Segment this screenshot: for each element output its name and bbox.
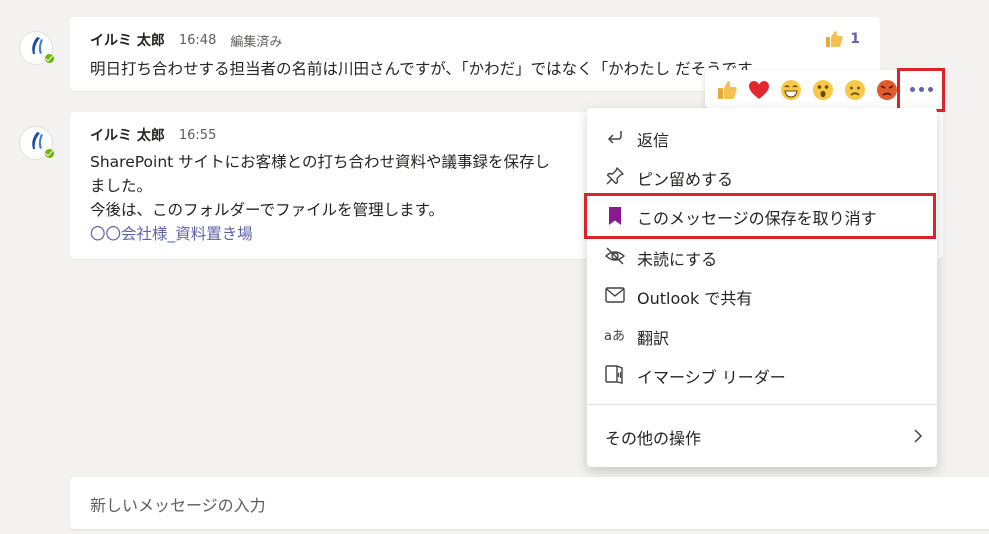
laugh-reaction-icon[interactable] [779, 78, 803, 102]
message-meta: イルミ 太郎 16:48 編集済み [90, 30, 283, 50]
menu-item-label: その他の操作 [605, 429, 702, 448]
more-options-button[interactable] [897, 68, 945, 112]
compose-box[interactable]: 新しいメッセージの入力 [70, 477, 989, 529]
reply-icon [607, 131, 622, 144]
presence-available-icon [43, 147, 56, 160]
unread-icon [604, 247, 626, 265]
like-reaction-icon[interactable] [715, 78, 739, 102]
menu-divider [587, 404, 937, 405]
menu-item-label: 返信 [637, 131, 670, 150]
chevron-right-icon [914, 429, 923, 443]
menu-item-reply[interactable]: 返信 [587, 118, 937, 156]
menu-item-mark-unread[interactable]: 未読にする [587, 237, 937, 275]
menu-item-more-actions[interactable]: その他の操作 [587, 416, 937, 454]
message-text-line: 今後は、このフォルダーでファイルを管理します。 [90, 201, 445, 219]
pin-icon [606, 167, 624, 185]
reaction-summary[interactable]: 1 [824, 29, 860, 49]
timestamp: 16:48 [178, 32, 217, 48]
svg-text:aあ: aあ [604, 329, 625, 344]
angry-reaction-icon[interactable] [875, 78, 899, 102]
menu-item-immersive-reader[interactable]: イマーシブ リーダー [587, 355, 937, 393]
author-name[interactable]: イルミ 太郎 [90, 30, 165, 50]
message-context-menu: 返信 ピン留めする このメッセージの保存を取り消す 未読にする Outlook … [584, 108, 937, 467]
presence-available-icon [43, 52, 56, 65]
bookmark-icon [609, 207, 621, 225]
surprised-reaction-icon[interactable] [811, 78, 835, 102]
menu-item-label: 未読にする [637, 250, 718, 269]
menu-item-label: イマーシブ リーダー [637, 368, 786, 387]
reaction-count: 1 [850, 31, 860, 47]
sad-reaction-icon[interactable] [843, 78, 867, 102]
timestamp: 16:55 [178, 127, 217, 143]
menu-item-pin[interactable]: ピン留めする [587, 157, 937, 195]
avatar[interactable] [19, 31, 56, 65]
menu-item-label: このメッセージの保存を取り消す [637, 209, 877, 228]
more-options-icon [910, 87, 933, 92]
message-text-line: ました。 [90, 177, 153, 195]
edited-label: 編集済み [230, 34, 283, 50]
menu-item-label: Outlook で共有 [637, 289, 753, 308]
immersive-reader-icon [605, 365, 623, 384]
folder-link[interactable]: 〇〇会社様_資料置き場 [90, 222, 253, 246]
message-text-line: SharePoint サイトにお客様との打ち合わせ資料や議事録を保存し [90, 153, 550, 171]
menu-item-label: ピン留めする [637, 170, 734, 189]
translate-icon: aあ [604, 329, 625, 344]
author-name[interactable]: イルミ 太郎 [90, 125, 165, 145]
thumbs-up-icon [826, 31, 843, 47]
menu-item-translate[interactable]: aあ 翻訳 [587, 316, 937, 354]
compose-placeholder[interactable]: 新しいメッセージの入力 [90, 492, 266, 516]
menu-item-unsave-message[interactable]: このメッセージの保存を取り消す [584, 193, 936, 239]
menu-item-label: 翻訳 [637, 329, 670, 348]
heart-reaction-icon[interactable] [747, 78, 771, 102]
message-meta: イルミ 太郎 16:55 [90, 125, 230, 145]
mail-icon [605, 287, 625, 303]
menu-item-share-outlook[interactable]: Outlook で共有 [587, 276, 937, 314]
message-text: 明日打ち合わせする担当者の名前は川田さんですが、「かわだ」ではなく「かわたし だ… [90, 60, 753, 78]
avatar[interactable] [19, 126, 56, 160]
